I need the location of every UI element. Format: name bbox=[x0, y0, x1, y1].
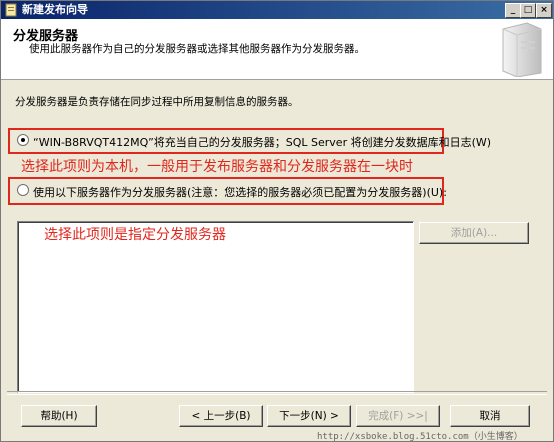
page-subtitle: 使用此服务器作为自己的分发服务器或选择其他服务器作为分发服务器。 bbox=[29, 43, 365, 55]
minimize-icon: _ bbox=[510, 5, 516, 15]
option-other-distributor-label[interactable]: 使用以下服务器作为分发服务器(注意：您选择的服务器必须已配置为分发服务器)(U)… bbox=[33, 184, 447, 200]
annotation-option1: 选择此项则为本机，一般用于发布服务器和分发服务器在一块时 bbox=[21, 159, 413, 175]
footer-separator bbox=[7, 391, 547, 395]
option-own-distributor-label[interactable]: “WIN-B8RVQT412MQ”将充当自己的分发服务器；SQL Server … bbox=[33, 134, 491, 150]
server-icon bbox=[502, 22, 542, 77]
cancel-button[interactable]: 取消 bbox=[450, 405, 530, 427]
add-button[interactable]: 添加(A)... bbox=[419, 222, 529, 244]
option-other-distributor-radio[interactable] bbox=[17, 184, 29, 196]
watermark: http://xsboke.blog.51cto.com（小生博客） bbox=[317, 432, 523, 442]
wizard-header: 分发服务器 使用此服务器作为自己的分发服务器或选择其他服务器作为分发服务器。 bbox=[1, 19, 553, 80]
close-icon: × bbox=[540, 5, 548, 15]
maximize-icon: □ bbox=[523, 5, 533, 15]
help-button[interactable]: 帮助(H) bbox=[21, 405, 97, 427]
close-button[interactable]: × bbox=[536, 3, 552, 18]
app-icon bbox=[5, 3, 17, 17]
next-button[interactable]: 下一步(N) > bbox=[267, 405, 351, 427]
back-button[interactable]: < 上一步(B) bbox=[179, 405, 263, 427]
distributor-listbox[interactable]: 选择此项则是指定分发服务器 bbox=[17, 221, 414, 393]
finish-button[interactable]: 完成(F) >>| bbox=[356, 405, 440, 427]
minimize-button[interactable]: _ bbox=[505, 3, 521, 18]
title-bar: 新建发布向导 _ □ × bbox=[1, 1, 553, 19]
radio-selected-dot bbox=[21, 138, 25, 142]
intro-text: 分发服务器是负责存储在同步过程中所用复制信息的服务器。 bbox=[15, 96, 299, 108]
annotation-option2: 选择此项则是指定分发服务器 bbox=[44, 227, 226, 243]
option-own-distributor-radio[interactable] bbox=[17, 134, 29, 146]
wizard-window: 新建发布向导 _ □ × 分发服务器 使用此服务器作为自己的分发服务器或选择其他… bbox=[0, 0, 554, 442]
maximize-button[interactable]: □ bbox=[520, 3, 536, 18]
window-title: 新建发布向导 bbox=[22, 3, 88, 16]
